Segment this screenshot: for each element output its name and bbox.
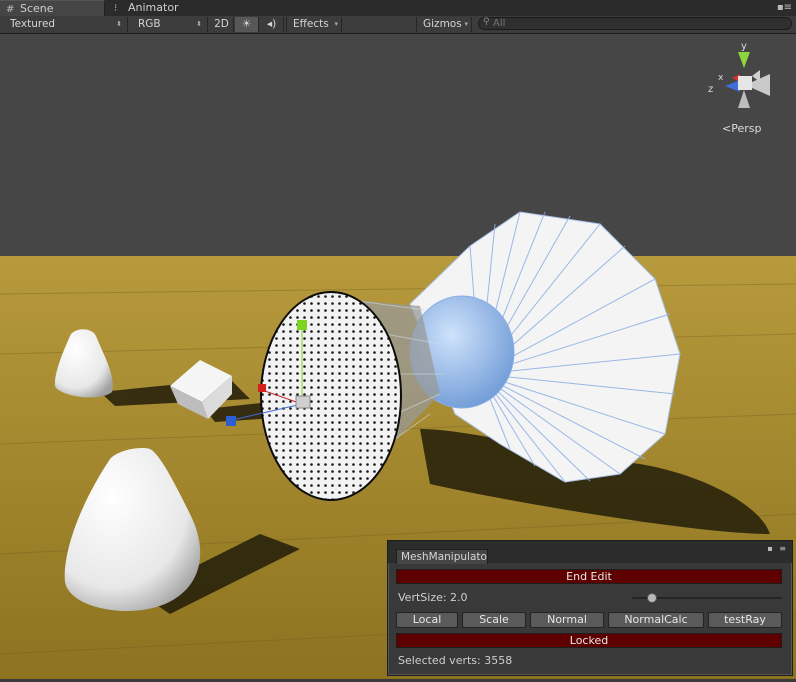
gizmo-center-cube[interactable] [738,76,752,90]
axis-neg-z-cone[interactable] [752,70,760,82]
axis-z-cone[interactable] [725,80,740,92]
color-mode-dropdown[interactable]: RGB ⬍ [132,17,208,32]
gizmos-label: Gizmos [423,18,462,30]
render-mode-dropdown[interactable]: Textured ⬍ [4,17,128,32]
locked-button[interactable]: Locked [396,633,782,648]
persp-icon: < [722,122,732,135]
end-edit-button[interactable]: End Edit [396,569,782,584]
animator-icon: ⁝ [114,3,118,14]
projection-toggle[interactable]: <Persp [722,122,761,135]
lighting-toggle-button[interactable]: ☀ [235,17,259,32]
axis-neg-y-cone[interactable] [738,90,750,108]
mesh-manipulator-window: MeshManipulato ▪ ≡ End Edit VertSize: 2.… [387,540,793,676]
gizmos-dropdown[interactable]: Gizmos ▾ [416,17,472,32]
tab-animator-label: Animator [128,1,179,14]
render-mode-value: Textured [10,18,56,30]
chevron-down-icon: ▾ [464,20,468,28]
normal-calc-button[interactable]: NormalCalc [608,612,704,628]
vertex-disk [260,291,402,501]
orientation-gizmo[interactable]: y z x [700,36,790,122]
test-ray-button[interactable]: testRay [708,612,782,628]
panel-menu-icon[interactable]: ▪ ≡ [767,544,788,553]
vert-size-slider[interactable] [632,593,782,603]
sky-background [0,34,796,256]
axis-y-cone[interactable] [738,52,750,68]
dropdown-arrows-icon: ⬍ [196,20,202,28]
tab-animator[interactable]: ⁝ Animator [108,0,202,16]
speaker-icon: ◂) [266,18,277,30]
effects-label: Effects [293,18,329,30]
scene-search-field[interactable]: ⚲ [478,17,792,30]
effects-dropdown[interactable]: Effects ▾ [286,17,342,32]
toggle-2d-button[interactable]: 2D [210,17,234,32]
tab-menu-icon[interactable]: ▪≡ [777,0,792,16]
normal-button[interactable]: Normal [530,612,604,628]
tab-scene[interactable]: # Scene [0,0,105,17]
audio-toggle-button[interactable]: ◂) [260,17,284,32]
local-button[interactable]: Local [396,612,458,628]
projection-label: Persp [731,122,762,135]
scale-button[interactable]: Scale [462,612,526,628]
panel-tab-row: MeshManipulato ▪ ≡ [388,541,792,564]
search-input[interactable] [493,18,773,29]
chevron-down-icon: ▾ [334,20,338,28]
mesh-manipulator-tab[interactable]: MeshManipulato [396,549,488,564]
axis-x-label: x [718,73,724,83]
sun-icon: ☀ [241,18,252,30]
dropdown-arrows-icon: ⬍ [116,20,122,28]
selected-verts-label: Selected verts: 3558 [398,654,513,667]
tab-scene-label: Scene [20,2,54,15]
vert-size-label: VertSize: 2.0 [398,591,468,604]
search-icon: ⚲ [483,17,490,27]
window-tab-bar: # Scene ⁝ Animator ▪≡ [0,0,796,17]
axis-z-label: z [708,84,713,95]
color-mode-value: RGB [138,18,161,30]
slider-knob[interactable] [646,593,657,603]
axis-y-label: y [741,41,747,52]
